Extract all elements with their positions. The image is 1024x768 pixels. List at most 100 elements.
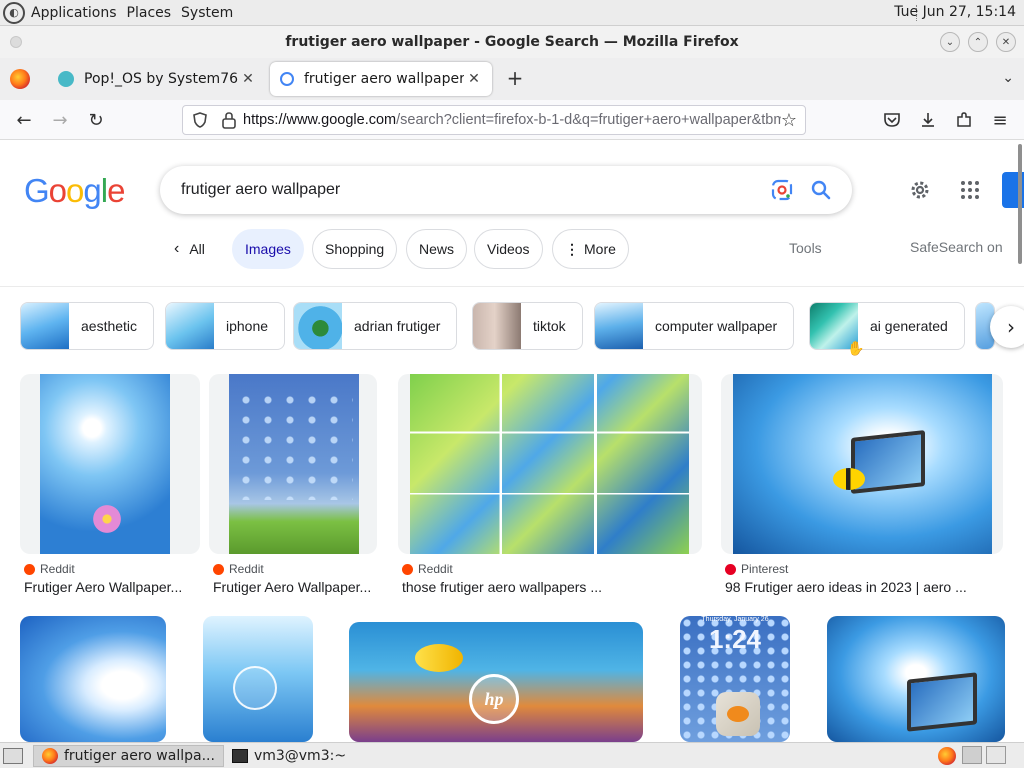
close-button[interactable]: ✕ <box>996 32 1016 52</box>
tracking-shield-icon[interactable] <box>191 111 209 129</box>
lock-icon[interactable] <box>221 111 237 129</box>
image-thumb-fish <box>833 468 865 490</box>
safesearch-button[interactable]: SafeSearch on <box>910 239 1003 255</box>
workspace-1[interactable] <box>962 746 982 764</box>
forward-button[interactable]: → <box>48 108 72 132</box>
image-result[interactable]: Thursday, January 26 1:24 <box>680 616 790 742</box>
tab-more-label: More <box>584 241 616 257</box>
refine-chip-computer-wallpaper[interactable]: computer wallpaper <box>594 302 795 350</box>
app-menu-icon[interactable]: ≡ <box>988 108 1012 132</box>
window-menu-icon[interactable] <box>10 36 22 48</box>
image-result[interactable]: hp <box>349 622 643 742</box>
tab-more[interactable]: ⋮ More <box>552 229 629 269</box>
page-scrollbar[interactable] <box>1018 144 1022 264</box>
os-menu-applications[interactable]: Applications <box>31 5 117 21</box>
phone-time: 1:24 <box>708 624 762 654</box>
taskbar-item-label: vm3@vm3:~ <box>253 747 347 764</box>
os-top-panel: ◐ Applications Places System Tue Jun 27,… <box>0 0 1024 26</box>
taskbar-item-label: frutiger aero wallpa... <box>64 747 215 764</box>
tab-strip: Pop!_OS by System76 ✕ frutiger aero wall… <box>0 58 1024 100</box>
terminal-icon <box>231 748 248 763</box>
tab-videos[interactable]: Videos <box>474 229 543 269</box>
refine-chip-tiktok[interactable]: tiktok <box>472 302 583 350</box>
tab-all[interactable]: ‹ All <box>174 240 205 258</box>
tab-popos[interactable]: Pop!_OS by System76 ✕ <box>48 62 266 96</box>
result-title[interactable]: 98 Frutiger aero ideas in 2023 | aero ..… <box>725 579 995 595</box>
popos-favicon-icon <box>58 71 74 87</box>
os-menu-places[interactable]: Places <box>127 5 172 21</box>
nav-toolbar: ← → ↻ https://www.google.com/search?clie… <box>0 100 1024 140</box>
image-result[interactable] <box>20 616 166 742</box>
firefox-view-icon[interactable] <box>10 69 30 89</box>
list-all-tabs-icon[interactable]: ⌄ <box>1002 70 1014 86</box>
hp-logo-icon: hp <box>469 674 519 724</box>
image-result[interactable] <box>827 616 1005 742</box>
os-logo-icon[interactable]: ◐ <box>3 1 25 24</box>
taskbar-item-terminal[interactable]: vm3@vm3:~ <box>224 745 354 767</box>
refine-chip-adrian-frutiger[interactable]: adrian frutiger <box>293 302 458 350</box>
image-thumb-frame <box>209 374 377 554</box>
refine-chip-ai-generated[interactable]: ai generated <box>809 302 965 350</box>
search-box[interactable]: frutiger aero wallpaper <box>160 166 852 214</box>
os-clock[interactable]: Tue Jun 27, 15:14 <box>894 4 1016 20</box>
reload-button[interactable]: ↻ <box>84 108 108 132</box>
result-source: Reddit <box>24 562 75 576</box>
url-bar[interactable]: https://www.google.com/search?client=fir… <box>182 105 806 135</box>
new-tab-button[interactable]: + <box>504 68 526 90</box>
downloads-icon[interactable] <box>916 108 940 132</box>
back-button[interactable]: ← <box>12 108 36 132</box>
image-thumb[interactable] <box>410 374 689 554</box>
maximize-button[interactable]: ⌃ <box>968 32 988 52</box>
taskbar-item-firefox[interactable]: frutiger aero wallpa... <box>33 744 224 767</box>
image-result[interactable]: Reddit those frutiger aero wallpapers ..… <box>398 374 708 604</box>
google-apps-icon[interactable] <box>958 178 982 202</box>
search-icon[interactable] <box>810 179 832 201</box>
show-desktop-icon[interactable] <box>3 747 23 764</box>
window-titlebar[interactable]: frutiger aero wallpaper - Google Search … <box>0 26 1024 58</box>
source-label: Pinterest <box>741 562 789 576</box>
tab-news[interactable]: News <box>406 229 468 269</box>
google-logo[interactable]: Google <box>24 172 125 210</box>
result-title[interactable]: Frutiger Aero Wallpaper... <box>213 579 373 595</box>
pocket-icon[interactable] <box>880 108 904 132</box>
tab-shopping[interactable]: Shopping <box>312 229 398 269</box>
result-title[interactable]: Frutiger Aero Wallpaper... <box>24 579 192 595</box>
refine-label: ai generated <box>870 318 948 334</box>
refine-label: iphone <box>226 318 269 334</box>
tab-close-icon[interactable]: ✕ <box>238 71 258 87</box>
os-menu-system[interactable]: System <box>181 5 233 21</box>
result-source: Pinterest <box>725 562 788 576</box>
image-result[interactable]: Reddit Frutiger Aero Wallpaper... <box>209 374 389 604</box>
workspace-2[interactable] <box>986 746 1006 764</box>
settings-gear-icon[interactable] <box>908 178 932 202</box>
result-title[interactable]: those frutiger aero wallpapers ... <box>402 579 702 595</box>
tab-images[interactable]: Images <box>232 229 304 269</box>
image-thumb[interactable] <box>20 616 166 742</box>
bookmark-star-icon[interactable]: ☆ <box>781 110 797 131</box>
image-thumb-droplets <box>235 390 353 500</box>
refine-thumbnail <box>595 303 643 349</box>
reddit-icon <box>24 563 35 575</box>
refine-chip-aesthetic[interactable]: aesthetic <box>20 302 155 350</box>
image-result[interactable]: Pinterest 98 Frutiger aero ideas in 2023… <box>721 374 1005 604</box>
tab-close-icon[interactable]: ✕ <box>464 71 484 87</box>
image-result[interactable] <box>203 616 313 742</box>
image-thumb-frame <box>827 616 1005 742</box>
tab-google-search[interactable]: frutiger aero wallpaper - Google Search … <box>270 62 492 96</box>
refine-chip-iphone[interactable]: iphone <box>165 302 286 350</box>
minimize-button[interactable]: ⌄ <box>940 32 960 52</box>
refine-thumbnail <box>166 303 214 349</box>
google-lens-icon[interactable] <box>770 178 794 202</box>
image-thumb-monitor <box>907 672 977 732</box>
image-result[interactable]: Reddit Frutiger Aero Wallpaper... <box>20 374 200 604</box>
reddit-icon <box>213 563 224 575</box>
extensions-icon[interactable] <box>952 108 976 132</box>
workspace-firefox-icon[interactable] <box>938 747 956 765</box>
search-input[interactable]: frutiger aero wallpaper <box>181 181 770 199</box>
image-thumb-frame <box>398 374 702 554</box>
refine-thumbnail <box>21 303 69 349</box>
refine-label: tiktok <box>533 318 566 334</box>
image-thumb-frame: hp <box>349 622 643 742</box>
refine-next-arrow-icon[interactable]: › <box>990 306 1024 348</box>
tools-button[interactable]: Tools <box>789 240 822 256</box>
